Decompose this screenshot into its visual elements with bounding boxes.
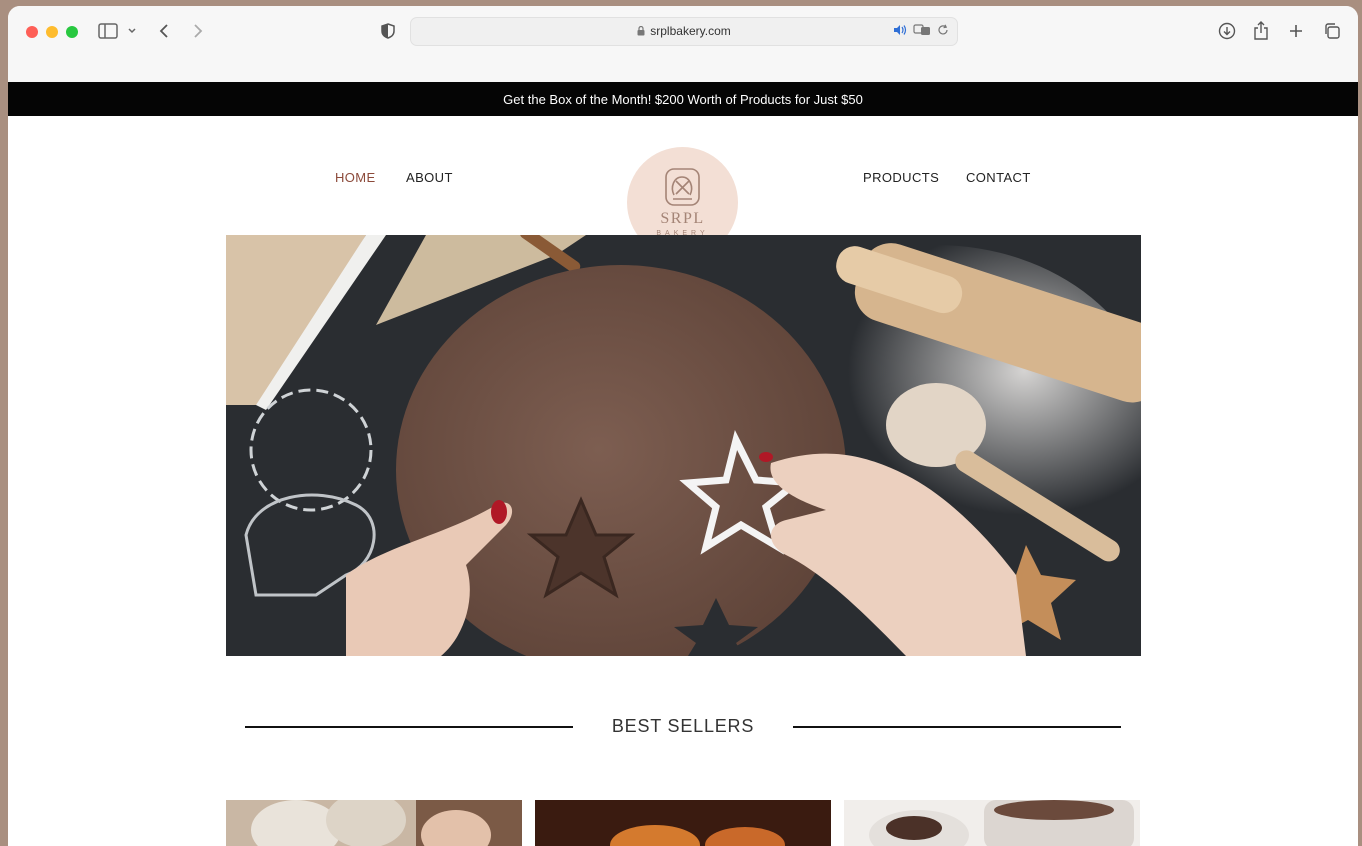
share-icon[interactable] bbox=[1253, 20, 1269, 42]
translate-icon[interactable] bbox=[913, 23, 931, 41]
download-icon[interactable] bbox=[1218, 20, 1236, 42]
promo-banner-text[interactable]: Get the Box of the Month! $200 Worth of … bbox=[503, 92, 863, 107]
nav-contact-link[interactable]: CONTACT bbox=[966, 170, 1031, 185]
pretzel-icon bbox=[664, 167, 701, 212]
product-thumbnail-3[interactable] bbox=[844, 800, 1140, 846]
divider-right bbox=[793, 726, 1121, 728]
minimize-window-button[interactable] bbox=[46, 26, 58, 38]
product-thumbnail-2[interactable] bbox=[535, 800, 831, 846]
speaker-icon[interactable] bbox=[893, 23, 907, 41]
new-tab-icon[interactable] bbox=[1288, 20, 1304, 42]
best-sellers-heading: BEST SELLERS bbox=[611, 716, 755, 736]
cookie-baking-photo bbox=[226, 235, 1141, 656]
close-window-button[interactable] bbox=[26, 26, 38, 38]
hero-image bbox=[226, 235, 1141, 656]
product-thumbnail-1[interactable] bbox=[226, 800, 522, 846]
lock-icon bbox=[637, 25, 645, 39]
shield-icon[interactable] bbox=[381, 20, 395, 42]
nav-products-link[interactable]: PRODUCTS bbox=[863, 170, 939, 185]
url-text: srplbakery.com bbox=[650, 24, 731, 38]
forward-icon[interactable] bbox=[192, 20, 204, 42]
nav-home-link[interactable]: HOME bbox=[335, 170, 376, 185]
zoom-window-button[interactable] bbox=[66, 26, 78, 38]
nav-about-link[interactable]: ABOUT bbox=[406, 170, 453, 185]
back-icon[interactable] bbox=[158, 20, 170, 42]
tabs-overview-icon[interactable] bbox=[1323, 20, 1341, 42]
logo-name: SRPL bbox=[660, 210, 705, 227]
divider-left bbox=[245, 726, 573, 728]
address-bar[interactable]: srplbakery.com bbox=[410, 17, 958, 46]
chevron-down-icon[interactable] bbox=[127, 20, 137, 42]
browser-toolbar: srplbakery.com bbox=[8, 6, 1358, 82]
sidebar-icon[interactable] bbox=[98, 20, 118, 42]
reload-icon[interactable] bbox=[937, 23, 949, 41]
promo-banner[interactable]: Get the Box of the Month! $200 Worth of … bbox=[8, 82, 1358, 116]
browser-window: srplbakery.com Get the Box of the Month!… bbox=[8, 6, 1358, 846]
